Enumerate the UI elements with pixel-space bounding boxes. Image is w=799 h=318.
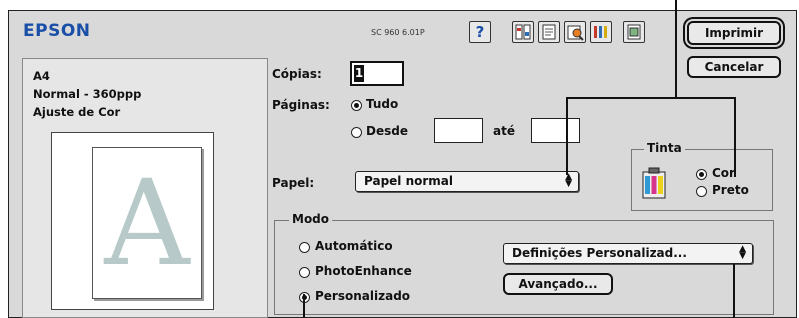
pages-range-radio[interactable] bbox=[351, 127, 362, 138]
select-arrows-icon: ▲ ▼ bbox=[739, 244, 746, 261]
callout-line bbox=[734, 97, 736, 177]
utility-button[interactable] bbox=[590, 21, 612, 43]
pages-label: Páginas: bbox=[272, 98, 330, 112]
utility-icon bbox=[594, 26, 607, 38]
help-button[interactable]: ? bbox=[469, 21, 491, 43]
ink-group: Tinta Cor Preto bbox=[631, 141, 773, 211]
print-dialog: EPSON SC 960 6.01P ? Imprimir Cancelar A… bbox=[8, 10, 797, 318]
advanced-button[interactable]: Avançado... bbox=[503, 273, 613, 295]
mode-automatic-label: Automático bbox=[315, 239, 393, 253]
print-button[interactable]: Imprimir bbox=[687, 21, 781, 45]
page-preview: A bbox=[51, 132, 214, 310]
help-icon: ? bbox=[475, 23, 485, 41]
mode-photoenhance-radio[interactable] bbox=[299, 267, 310, 278]
pages-to-input[interactable] bbox=[531, 118, 580, 143]
preview-letter: A bbox=[104, 154, 190, 292]
custom-settings-value: Definições Personalizad... bbox=[512, 246, 687, 260]
epson-logo: EPSON bbox=[23, 21, 91, 41]
settings-summary-panel: A4 Normal - 360ppp Ajuste de Cor A bbox=[22, 58, 268, 318]
callout-line bbox=[566, 97, 736, 99]
driver-version: SC 960 6.01P bbox=[371, 28, 425, 37]
ink-cartridge-icon bbox=[642, 167, 666, 199]
pages-range-label: Desde bbox=[366, 124, 408, 138]
callout-line bbox=[303, 294, 305, 318]
copies-input[interactable]: 1 bbox=[350, 61, 404, 86]
paper-label: Papel: bbox=[272, 176, 315, 190]
ink-color-label: Cor bbox=[712, 166, 735, 180]
page-setup-button[interactable] bbox=[538, 21, 560, 43]
layout-button[interactable] bbox=[512, 21, 534, 43]
background-print-button[interactable] bbox=[623, 21, 645, 43]
ink-black-label: Preto bbox=[712, 183, 749, 197]
paper-type-select[interactable]: Papel normal ▲ ▼ bbox=[355, 171, 579, 192]
ink-black-radio[interactable] bbox=[696, 186, 707, 197]
mode-group: Modo Automático PhotoEnhance Personaliza… bbox=[274, 212, 774, 315]
mode-photoenhance-label: PhotoEnhance bbox=[315, 264, 412, 278]
callout-line bbox=[566, 97, 568, 175]
pages-all-label: Tudo bbox=[366, 97, 399, 111]
custom-settings-select[interactable]: Definições Personalizad... ▲ ▼ bbox=[503, 243, 753, 264]
dialog-header: EPSON SC 960 6.01P ? Imprimir Cancelar bbox=[9, 11, 796, 78]
preview-page: A bbox=[92, 147, 202, 299]
background-print-icon bbox=[627, 24, 641, 40]
paper-type-value: Papel normal bbox=[364, 174, 454, 188]
preview-icon bbox=[567, 25, 584, 41]
pages-to-label: até bbox=[493, 124, 515, 138]
color-adjust-summary: Ajuste de Cor bbox=[33, 105, 121, 119]
quality-summary: Normal - 360ppp bbox=[33, 87, 142, 101]
page-setup-icon bbox=[542, 24, 556, 40]
mode-custom-label: Personalizado bbox=[315, 289, 411, 303]
callout-line bbox=[675, 0, 677, 98]
callout-line bbox=[733, 264, 735, 318]
copies-label: Cópias: bbox=[272, 67, 322, 81]
pages-all-radio[interactable] bbox=[351, 100, 362, 111]
select-arrows-icon: ▲ ▼ bbox=[565, 172, 572, 189]
paper-size-summary: A4 bbox=[33, 69, 50, 83]
pages-from-input[interactable] bbox=[434, 118, 483, 143]
layout-icon bbox=[515, 24, 531, 40]
mode-automatic-radio[interactable] bbox=[299, 242, 310, 253]
copies-value: 1 bbox=[354, 65, 364, 82]
mode-title: Modo bbox=[289, 212, 333, 226]
ink-title: Tinta bbox=[644, 141, 685, 155]
cancel-button[interactable]: Cancelar bbox=[687, 56, 781, 78]
ink-color-radio[interactable] bbox=[696, 169, 707, 180]
preview-button[interactable] bbox=[564, 21, 586, 43]
